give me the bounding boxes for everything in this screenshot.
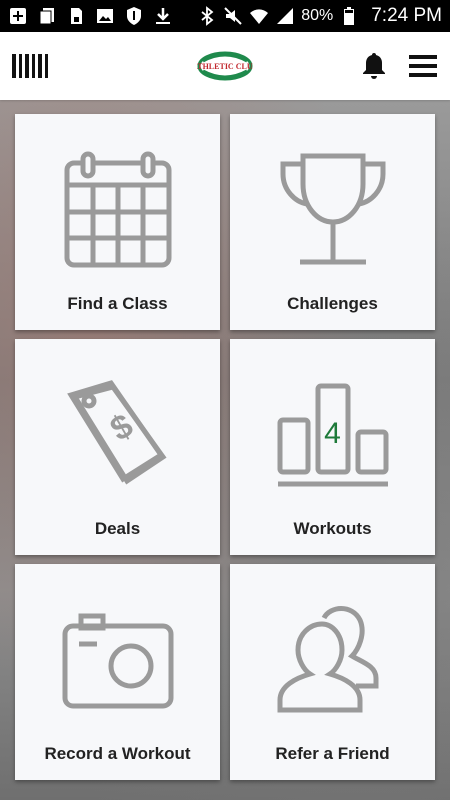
add-notification-icon — [8, 6, 28, 26]
tile-label: Find a Class — [67, 294, 168, 313]
tile-label: Refer a Friend — [275, 744, 390, 763]
users-icon — [277, 606, 378, 713]
tile-label: Deals — [94, 519, 141, 538]
notifications-button[interactable] — [360, 51, 388, 81]
battery-percent: 80% — [301, 7, 334, 24]
hamburger-menu-icon — [409, 55, 437, 77]
wifi-icon — [249, 6, 269, 26]
status-bar: 80% 7:24 PM — [0, 0, 450, 32]
tile-label: Challenges — [287, 294, 378, 313]
mute-icon — [223, 6, 243, 26]
challenges-tile[interactable]: Challenges — [230, 114, 435, 330]
record-a-workout-tile[interactable]: Record a Workout — [15, 564, 220, 780]
deals-tile[interactable]: $ Deals — [15, 339, 220, 555]
sd-card-icon — [66, 6, 86, 26]
signal-icon — [275, 6, 295, 26]
barcode-icon — [12, 54, 48, 78]
bell-icon — [363, 53, 385, 79]
tile-label: Record a Workout — [44, 744, 191, 763]
calendar-icon — [64, 151, 171, 268]
trophy-icon — [280, 153, 385, 265]
copy-icon — [37, 6, 57, 26]
find-a-class-tile[interactable]: Find a Class — [15, 114, 220, 330]
logo-text: ATHLETIC CLUB — [197, 62, 253, 71]
refer-a-friend-tile[interactable]: Refer a Friend — [230, 564, 435, 780]
workouts-tile[interactable]: 4 Workouts — [230, 339, 435, 555]
image-icon — [95, 6, 115, 26]
shield-icon — [124, 6, 144, 26]
bluetooth-icon — [197, 6, 217, 26]
price-tag-icon: $ — [66, 380, 167, 485]
app-header: ATHLETIC CLUB — [0, 32, 450, 100]
tile-label: Workouts — [293, 519, 372, 538]
download-icon — [153, 6, 173, 26]
battery-icon — [339, 6, 359, 26]
clock: 7:24 PM — [371, 5, 442, 26]
camera-icon — [62, 613, 173, 709]
menu-button[interactable] — [408, 51, 438, 81]
club-logo: ATHLETIC CLUB — [192, 51, 259, 81]
barcode-button[interactable] — [12, 51, 50, 81]
workouts-count-badge: 4 — [324, 417, 341, 450]
